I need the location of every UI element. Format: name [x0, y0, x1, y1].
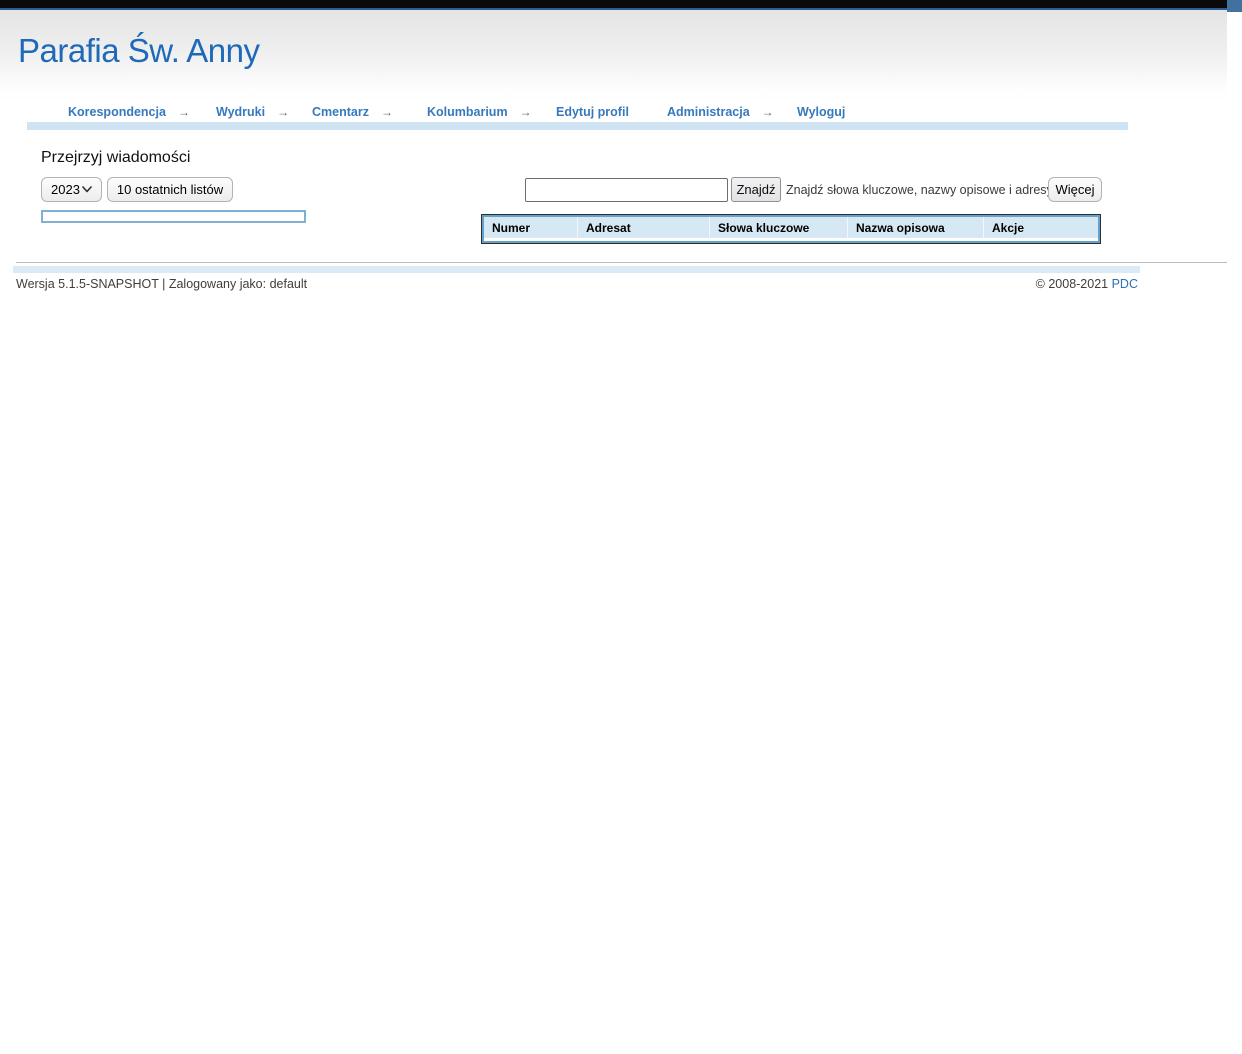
recent-letters-button[interactable]: 10 ostatnich listów: [107, 177, 233, 202]
app-title: Parafia Św. Anny: [18, 32, 259, 70]
main-navigation: Korespondencja → Wydruki → Cmentarz → Ko…: [0, 100, 1227, 132]
messages-table-inner: Numer Adresat Słowa kluczowe Nazwa opiso…: [482, 215, 1100, 243]
nav-item-edytuj-profil[interactable]: Edytuj profil: [556, 105, 629, 119]
footer-blue-bar: [13, 266, 1140, 273]
find-button[interactable]: Znajdź: [731, 177, 781, 202]
submenu-arrow-icon: →: [277, 105, 289, 119]
year-select-value: 2023: [51, 182, 80, 197]
page: Parafia Św. Anny Korespondencja → Wydruk…: [0, 0, 1242, 1054]
nav-item-cmentarz[interactable]: Cmentarz: [312, 105, 369, 119]
column-header-nazwa-opisowa: Nazwa opisowa: [848, 217, 984, 238]
nav-item-kolumbarium[interactable]: Kolumbarium: [427, 105, 508, 119]
nav-group-wyloguj: Wyloguj: [797, 105, 845, 119]
copyright-text: © 2008-2021: [1036, 277, 1112, 291]
table-header-row: Numer Adresat Słowa kluczowe Nazwa opiso…: [484, 217, 1098, 238]
column-header-slowa-kluczowe: Słowa kluczowe: [710, 217, 848, 238]
nav-underline-bar: [27, 122, 1128, 130]
filter-input[interactable]: [41, 210, 306, 223]
column-header-akcje: Akcje: [984, 217, 1098, 238]
submenu-arrow-icon: →: [381, 105, 393, 119]
copyright-link[interactable]: PDC: [1112, 277, 1138, 291]
submenu-arrow-icon: →: [178, 105, 190, 119]
nav-item-korespondencja[interactable]: Korespondencja: [68, 105, 166, 119]
nav-group-edytuj-profil: Edytuj profil: [556, 105, 629, 119]
version-text: Wersja 5.1.5-SNAPSHOT | Zalogowany jako:…: [16, 277, 307, 291]
nav-group-cmentarz: Cmentarz →: [312, 105, 393, 119]
column-header-adresat: Adresat: [578, 217, 710, 238]
chevron-down-icon: [82, 186, 92, 193]
nav-item-administracja[interactable]: Administracja: [667, 105, 750, 119]
nav-group-kolumbarium: Kolumbarium →: [427, 105, 532, 119]
nav-group-korespondencja: Korespondencja →: [68, 105, 190, 119]
column-header-numer: Numer: [484, 217, 578, 238]
submenu-arrow-icon: →: [762, 105, 774, 119]
search-hint: Znajdź słowa kluczowe, nazwy opisowe i a…: [786, 177, 1053, 202]
messages-table: Numer Adresat Słowa kluczowe Nazwa opiso…: [481, 214, 1101, 244]
nav-group-wydruki: Wydruki →: [216, 105, 289, 119]
submenu-arrow-icon: →: [520, 105, 532, 119]
scrollbar-thumb[interactable]: [1227, 0, 1242, 12]
page-title: Przejrzyj wiadomości: [41, 149, 190, 167]
nav-group-administracja: Administracja →: [667, 105, 774, 119]
footer-divider: [16, 262, 1227, 263]
nav-item-wydruki[interactable]: Wydruki: [216, 105, 265, 119]
page-header: Parafia Św. Anny: [0, 10, 1227, 102]
more-button[interactable]: Więcej: [1048, 177, 1102, 202]
copyright: © 2008-2021 PDC: [947, 277, 1138, 291]
year-select[interactable]: 2023: [41, 177, 102, 202]
search-input[interactable]: [525, 178, 728, 202]
nav-item-wyloguj[interactable]: Wyloguj: [797, 105, 845, 119]
top-black-bar: [0, 0, 1227, 10]
